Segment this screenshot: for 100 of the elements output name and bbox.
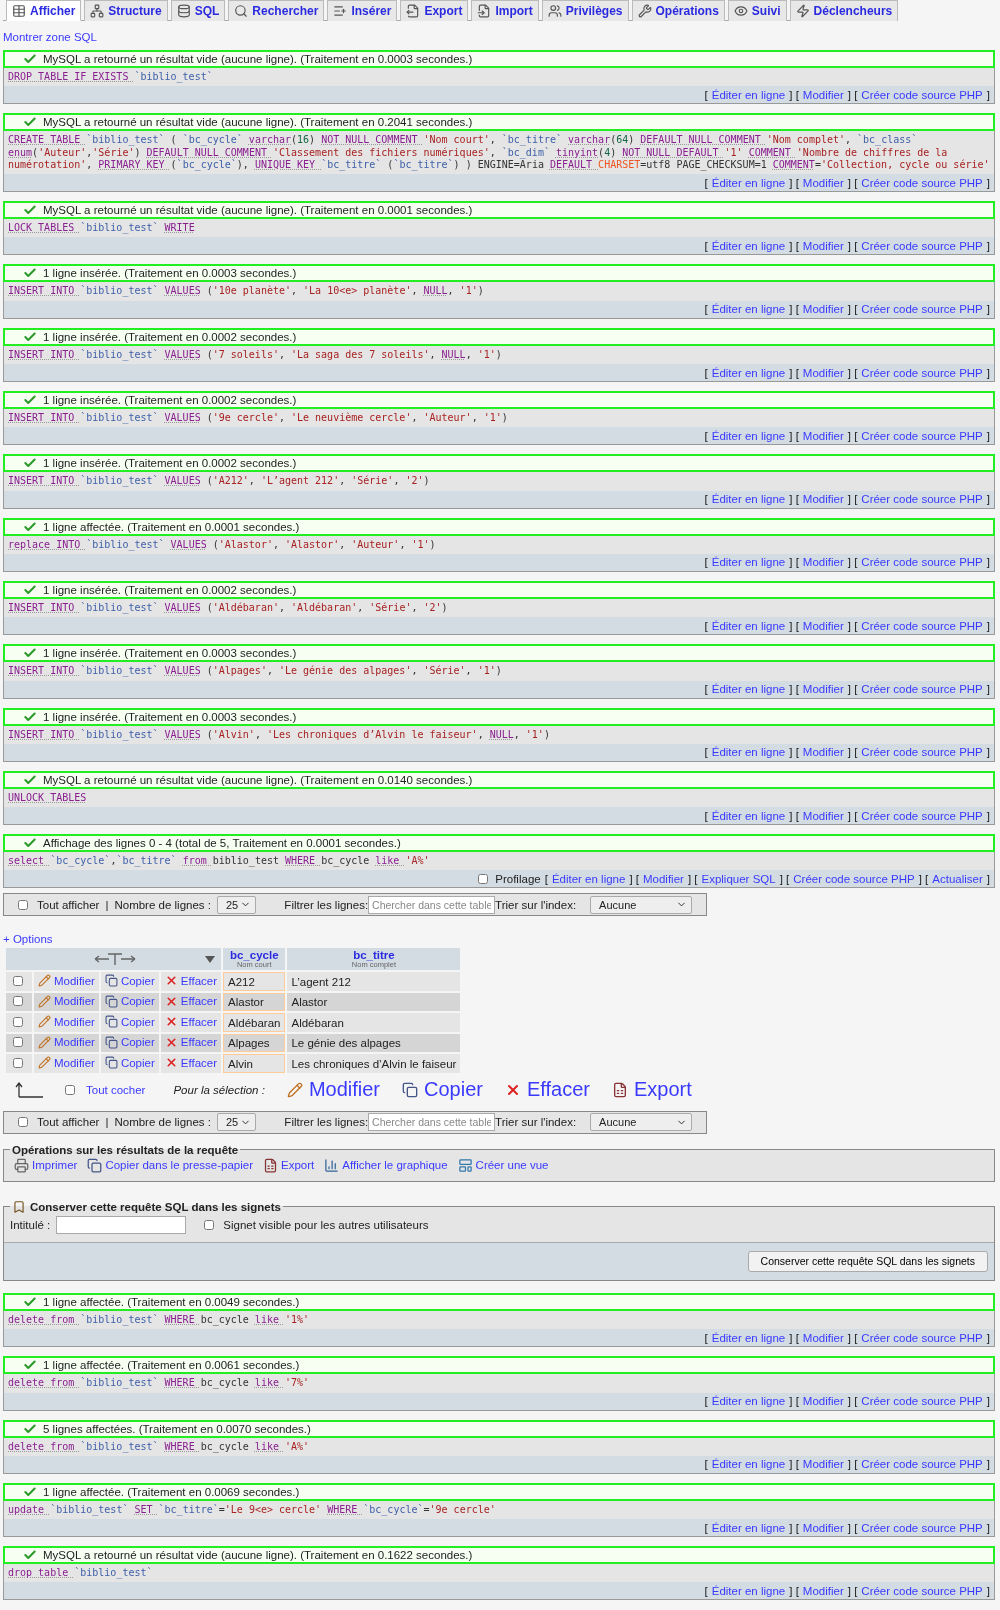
action-link[interactable]: Modifier: [802, 428, 844, 443]
action-link[interactable]: Créer code source PHP: [861, 428, 983, 443]
row-checkbox[interactable]: [12, 1057, 23, 1068]
nav-tab[interactable]: Opérations: [631, 0, 725, 21]
action-link[interactable]: Créer code source PHP: [861, 365, 983, 380]
row-checkbox[interactable]: [12, 996, 23, 1007]
action-link[interactable]: Éditer en ligne: [711, 87, 786, 102]
action-link[interactable]: Modifier: [802, 302, 844, 317]
action-link[interactable]: Modifier: [802, 1457, 844, 1472]
action-link[interactable]: Modifier: [802, 1583, 844, 1598]
action-link[interactable]: Éditer en ligne: [711, 1330, 786, 1345]
action-link[interactable]: Éditer en ligne: [711, 365, 786, 380]
operation-link[interactable]: Afficher le graphique: [324, 1157, 448, 1173]
action-link[interactable]: Éditer en ligne: [711, 682, 786, 697]
action-link[interactable]: Créer code source PHP: [793, 871, 915, 886]
options-link[interactable]: + Options: [3, 933, 53, 946]
action-link[interactable]: Modifier: [802, 1520, 844, 1535]
sort-select[interactable]: Aucune: [590, 895, 692, 914]
action-link[interactable]: Éditer en ligne: [711, 175, 786, 190]
action-link[interactable]: Éditer en ligne: [711, 745, 786, 760]
action-link[interactable]: Créer code source PHP: [861, 492, 983, 507]
sort-select[interactable]: Aucune: [590, 1113, 692, 1132]
check-all-checkbox[interactable]: [65, 1084, 75, 1095]
action-link[interactable]: Éditer en ligne: [711, 302, 786, 317]
action-link[interactable]: Éditer en ligne: [711, 1583, 786, 1598]
nav-tab[interactable]: Suivi: [727, 0, 787, 21]
action-link[interactable]: Éditer en ligne: [711, 808, 786, 823]
save-bookmark-button[interactable]: Conserver cette requête SQL dans les signets: [747, 1250, 988, 1272]
nav-tab[interactable]: Structure: [84, 0, 168, 21]
operation-link[interactable]: Imprimer: [14, 1157, 78, 1173]
dropdown-triangle-icon[interactable]: [205, 955, 216, 963]
bulk-action-link[interactable]: Copier: [402, 1078, 483, 1102]
action-link[interactable]: Éditer en ligne: [711, 618, 786, 633]
action-link[interactable]: Créer code source PHP: [861, 239, 983, 253]
rows-select[interactable]: 25: [216, 1113, 257, 1132]
action-link[interactable]: Modifier: [802, 745, 844, 760]
bulk-action-link[interactable]: Export: [611, 1078, 692, 1102]
bulk-action-link[interactable]: Modifier: [286, 1078, 380, 1102]
nav-tab[interactable]: Insérer: [327, 0, 398, 21]
action-link[interactable]: Créer code source PHP: [861, 175, 983, 190]
action-link[interactable]: Créer code source PHP: [861, 1394, 983, 1409]
action-link[interactable]: Créer code source PHP: [861, 1330, 983, 1345]
rows-select[interactable]: 25: [216, 895, 257, 914]
action-link[interactable]: Modifier: [802, 1394, 844, 1409]
action-link[interactable]: Modifier: [802, 808, 844, 823]
visible-checkbox[interactable]: [204, 1219, 215, 1230]
profiling-checkbox[interactable]: [478, 873, 489, 884]
action-link[interactable]: Éditer en ligne: [711, 555, 786, 570]
title-field[interactable]: [56, 1215, 187, 1234]
action-link[interactable]: Expliquer SQL: [701, 871, 776, 886]
action-link[interactable]: Créer code source PHP: [861, 1457, 983, 1472]
action-link[interactable]: Créer code source PHP: [861, 618, 983, 633]
filter-field[interactable]: Chercher dans cette table: [368, 895, 496, 914]
show-all-checkbox[interactable]: [18, 1117, 28, 1128]
action-link[interactable]: Modifier: [802, 555, 844, 570]
action-link[interactable]: Créer code source PHP: [861, 87, 983, 102]
row-checkbox[interactable]: [12, 975, 23, 986]
bracket-text: [: [704, 1394, 708, 1409]
action-link[interactable]: Éditer en ligne: [711, 492, 786, 507]
operation-link[interactable]: Créer une vue: [457, 1157, 549, 1173]
action-link[interactable]: Éditer en ligne: [711, 1520, 786, 1535]
action-link[interactable]: Modifier: [643, 871, 684, 886]
show-sql-link[interactable]: Montrer zone SQL: [3, 30, 97, 44]
action-link[interactable]: Modifier: [802, 618, 844, 633]
nav-tab[interactable]: Déclencheurs: [789, 0, 899, 21]
action-link[interactable]: Modifier: [802, 1330, 844, 1345]
action-link[interactable]: Modifier: [802, 365, 844, 380]
action-link[interactable]: Éditer en ligne: [711, 1394, 786, 1409]
action-link[interactable]: Actualiser: [932, 871, 983, 886]
row-checkbox[interactable]: [12, 1037, 23, 1048]
action-link[interactable]: Éditer en ligne: [551, 871, 626, 886]
action-link[interactable]: Modifier: [802, 239, 844, 253]
action-link[interactable]: Créer code source PHP: [861, 682, 983, 697]
action-link[interactable]: Modifier: [802, 682, 844, 697]
column-arrows-icon[interactable]: [92, 952, 137, 967]
action-link[interactable]: Créer code source PHP: [861, 555, 983, 570]
bulk-action-link[interactable]: Effacer: [504, 1078, 590, 1102]
nav-tab[interactable]: Privilèges: [541, 0, 629, 21]
row-checkbox[interactable]: [12, 1016, 23, 1027]
action-link[interactable]: Modifier: [802, 87, 844, 102]
nav-tab[interactable]: Rechercher: [228, 0, 325, 21]
nav-tab[interactable]: Import: [471, 0, 539, 21]
nav-tab[interactable]: Export: [400, 0, 469, 21]
action-link[interactable]: Éditer en ligne: [711, 1457, 786, 1472]
action-link[interactable]: Créer code source PHP: [861, 745, 983, 760]
action-link[interactable]: Créer code source PHP: [861, 1520, 983, 1535]
nav-tab[interactable]: SQL: [170, 0, 226, 21]
filter-field[interactable]: Chercher dans cette table: [368, 1113, 496, 1132]
nav-tab[interactable]: Afficher: [6, 0, 82, 21]
action-link[interactable]: Modifier: [802, 492, 844, 507]
action-link[interactable]: Créer code source PHP: [861, 302, 983, 317]
action-link[interactable]: Créer code source PHP: [861, 1583, 983, 1598]
action-link[interactable]: Éditer en ligne: [711, 428, 786, 443]
action-link[interactable]: Créer code source PHP: [861, 808, 983, 823]
operation-link[interactable]: Export: [263, 1157, 315, 1173]
action-link[interactable]: Modifier: [802, 175, 844, 190]
check-all-link[interactable]: Tout cocher: [86, 1083, 146, 1096]
action-link[interactable]: Éditer en ligne: [711, 239, 786, 253]
operation-link[interactable]: Copier dans le presse-papier: [87, 1157, 254, 1173]
show-all-checkbox[interactable]: [18, 899, 28, 910]
